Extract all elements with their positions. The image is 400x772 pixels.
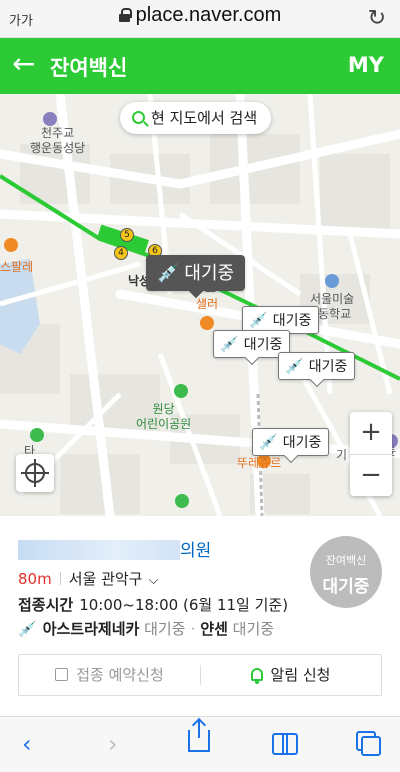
syringe-icon: 💉 bbox=[18, 620, 37, 638]
hours-row: 접종시간 10:00~18:00 (6월 11일 기준) bbox=[18, 594, 288, 615]
pin-label: 대기중 bbox=[184, 263, 235, 284]
hours-label: 접종시간 bbox=[18, 596, 74, 614]
browser-url-bar: 가가 place.naver.com ↻ bbox=[0, 0, 400, 38]
bookmarks-icon[interactable] bbox=[272, 733, 298, 755]
vaccine-status-1: 대기중 bbox=[144, 620, 186, 638]
forward-icon[interactable]: › bbox=[108, 731, 118, 757]
pin-label: 대기중 bbox=[282, 435, 322, 451]
pin-label: 대기중 bbox=[272, 313, 312, 329]
subway-badge-4: 4 bbox=[114, 246, 128, 260]
map-view[interactable]: 현 지도에서 검색 천주교 행운동성당 5 4 6 낙성 스팔레 서울미술 동학… bbox=[0, 94, 400, 516]
reserve-button-label: 접종 예약신청 bbox=[76, 666, 164, 684]
restaurant-icon bbox=[200, 316, 214, 330]
clinic-name-suffix: 의원 bbox=[180, 541, 212, 561]
badge-caption: 잔여백신 bbox=[325, 554, 367, 567]
tree-icon bbox=[30, 428, 44, 442]
bell-icon bbox=[250, 668, 263, 684]
syringe-icon: 💉 bbox=[157, 263, 180, 284]
vaccine-pin[interactable]: 💉 대기중 bbox=[252, 428, 330, 456]
separator-dot: · bbox=[190, 620, 196, 638]
map-label-cafe: 스팔레 bbox=[0, 260, 34, 274]
my-button[interactable]: MY bbox=[348, 53, 384, 77]
map-label-misc5: 기 bbox=[336, 448, 348, 462]
reload-icon[interactable]: ↻ bbox=[368, 6, 386, 31]
zoom-out-button[interactable]: − bbox=[350, 454, 392, 496]
vaccine-row: 💉 아스트라제네카 대기중 · 얀센 대기중 bbox=[18, 618, 274, 639]
map-label-park: 원당 어린이공원 bbox=[136, 402, 192, 431]
lock-icon bbox=[118, 8, 132, 22]
syringe-icon: 💉 bbox=[259, 433, 278, 451]
divider bbox=[59, 572, 61, 585]
zoom-in-button[interactable]: + bbox=[350, 412, 392, 454]
church-icon bbox=[43, 112, 57, 126]
tabs-icon[interactable] bbox=[356, 731, 381, 756]
app-header: ← 잔여백신 MY bbox=[0, 38, 400, 94]
redacted-name bbox=[18, 540, 180, 560]
crosshair-icon bbox=[21, 459, 49, 487]
vaccine-pin[interactable]: 💉 대기중 bbox=[278, 352, 356, 380]
museum-icon bbox=[325, 274, 339, 288]
clinic-info-card: 의원 80m 서울 관악구 ⌵ 접종시간 10:00~18:00 (6월 11일 기… bbox=[0, 516, 400, 716]
food-icon bbox=[4, 238, 18, 252]
zoom-control: + − bbox=[350, 412, 392, 496]
park-icon bbox=[174, 384, 188, 398]
map-label-school: 동학교 bbox=[318, 307, 352, 321]
remaining-vaccine-badge: 잔여백신 대기중 bbox=[310, 536, 382, 608]
share-icon[interactable] bbox=[188, 720, 210, 752]
page-title: 잔여백신 bbox=[50, 56, 128, 80]
vaccine-status-2: 대기중 bbox=[232, 620, 275, 638]
browser-toolbar: ‹ › bbox=[0, 716, 400, 772]
search-icon bbox=[132, 111, 145, 124]
pin-label: 대기중 bbox=[308, 359, 348, 375]
search-this-area-label: 현 지도에서 검색 bbox=[151, 109, 258, 127]
syringe-icon: 💉 bbox=[220, 335, 239, 353]
syringe-icon: 💉 bbox=[285, 357, 304, 375]
vaccine-name-1: 아스트라제네카 bbox=[42, 620, 140, 638]
back-icon[interactable]: ‹ bbox=[22, 731, 32, 757]
address-field[interactable]: place.naver.com bbox=[0, 4, 400, 27]
alert-button-label: 알림 신청 bbox=[270, 666, 331, 684]
district: 서울 관악구 bbox=[68, 570, 143, 588]
park-icon-2 bbox=[175, 494, 189, 508]
chevron-down-icon[interactable]: ⌵ bbox=[144, 573, 159, 588]
hours-value: 10:00~18:00 (6월 11일 기준) bbox=[79, 596, 289, 614]
alert-button[interactable]: 알림 신청 bbox=[200, 655, 381, 695]
edit-icon bbox=[55, 668, 69, 681]
current-location-button[interactable] bbox=[16, 454, 54, 492]
pin-label: 대기중 bbox=[243, 337, 283, 353]
search-this-area-button[interactable]: 현 지도에서 검색 bbox=[120, 102, 272, 134]
badge-status: 대기중 bbox=[322, 577, 370, 597]
subway-badge-5: 5 bbox=[120, 228, 134, 242]
distance: 80m bbox=[18, 570, 52, 588]
map-label-museum: 서울미술 bbox=[310, 292, 355, 306]
reserve-button[interactable]: 접종 예약신청 bbox=[19, 655, 200, 695]
action-bar: 접종 예약신청 알림 신청 bbox=[18, 654, 382, 696]
back-arrow-icon[interactable]: ← bbox=[12, 50, 35, 78]
map-label-church: 천주교 행운동성당 bbox=[30, 126, 86, 155]
url-text: place.naver.com bbox=[135, 4, 282, 26]
map-label-bakery: 뚜레쥬르 bbox=[237, 456, 282, 470]
vaccine-name-2: 얀센 bbox=[200, 620, 228, 638]
vaccine-pin-selected[interactable]: 💉 대기중 bbox=[146, 255, 246, 291]
clinic-name[interactable]: 의원 bbox=[18, 536, 211, 561]
location-row: 80m 서울 관악구 ⌵ bbox=[18, 568, 158, 589]
map-label-shop: 샐러 bbox=[196, 297, 219, 311]
